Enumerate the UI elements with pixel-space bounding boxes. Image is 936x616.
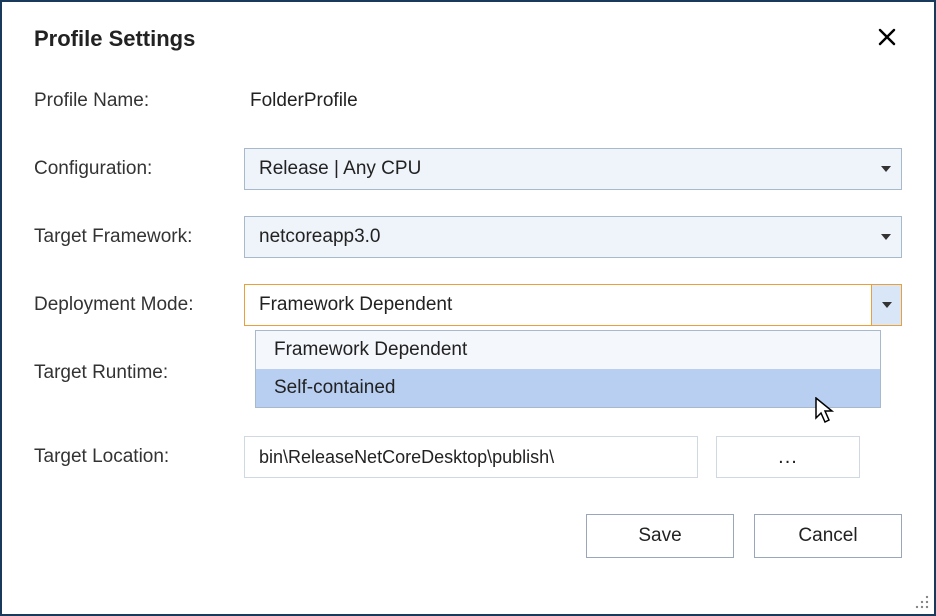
deployment-mode-selected: Framework Dependent (259, 294, 452, 316)
configuration-label: Configuration: (34, 158, 244, 180)
chevron-down-icon (881, 166, 891, 172)
deployment-mode-options: Framework Dependent Self-contained (255, 330, 881, 408)
configuration-dropdown[interactable]: Release | Any CPU (244, 148, 902, 190)
target-location-label: Target Location: (34, 446, 244, 468)
deployment-mode-option-framework-dependent[interactable]: Framework Dependent (256, 331, 880, 369)
profile-name-label: Profile Name: (34, 90, 244, 112)
close-button[interactable] (872, 26, 902, 52)
cancel-button[interactable]: Cancel (754, 514, 902, 558)
chevron-down-icon (882, 302, 892, 308)
browse-button[interactable]: ... (716, 436, 860, 478)
close-icon (878, 28, 896, 46)
target-framework-dropdown[interactable]: netcoreapp3.0 (244, 216, 902, 258)
deployment-mode-option-self-contained[interactable]: Self-contained (256, 369, 880, 407)
configuration-selected: Release | Any CPU (259, 158, 421, 180)
target-location-input[interactable]: bin\ReleaseNetCoreDesktop\publish\ (244, 436, 698, 478)
deployment-mode-label: Deployment Mode: (34, 294, 244, 316)
profile-name-value: FolderProfile (244, 90, 902, 112)
target-framework-label: Target Framework: (34, 226, 244, 248)
target-location-value: bin\ReleaseNetCoreDesktop\publish\ (259, 447, 554, 468)
resize-grip-icon (912, 592, 930, 610)
deployment-mode-dropdown[interactable]: Framework Dependent (244, 284, 902, 326)
save-button[interactable]: Save (586, 514, 734, 558)
chevron-down-icon (881, 234, 891, 240)
dialog-title: Profile Settings (34, 26, 195, 52)
target-runtime-label: Target Runtime: (34, 362, 244, 384)
target-framework-selected: netcoreapp3.0 (259, 226, 381, 248)
